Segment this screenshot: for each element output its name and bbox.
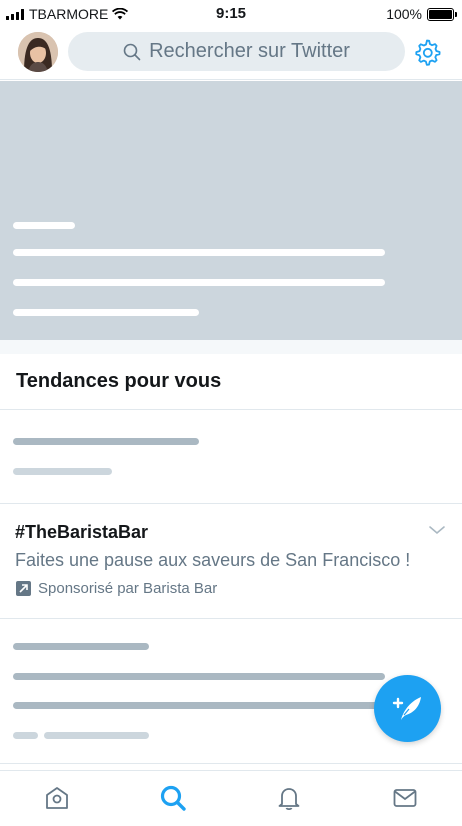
explore-header: Rechercher sur Twitter <box>0 28 462 80</box>
section-spacer <box>0 340 462 354</box>
placeholder-line <box>13 732 38 739</box>
promoted-trend[interactable]: #TheBaristaBar Faites une pause aux save… <box>0 504 462 618</box>
compose-tweet-button[interactable] <box>374 675 441 742</box>
trend-hashtag[interactable]: #TheBaristaBar <box>15 522 148 543</box>
tab-search[interactable] <box>158 783 188 813</box>
search-placeholder: Rechercher sur Twitter <box>149 40 350 62</box>
compose-tweet-icon <box>392 696 421 720</box>
placeholder-line <box>13 702 385 709</box>
bell-icon <box>278 788 300 811</box>
home-icon <box>46 787 68 809</box>
promoted-arrow-icon <box>16 581 31 596</box>
tab-bar <box>0 770 462 826</box>
tab-notifications[interactable] <box>274 783 304 813</box>
placeholder-line <box>13 673 385 680</box>
placeholder-line <box>13 222 75 229</box>
mail-icon <box>393 789 417 807</box>
divider <box>0 763 462 764</box>
tab-messages[interactable] <box>390 783 420 813</box>
placeholder-line <box>13 309 199 316</box>
gear-icon <box>415 39 441 66</box>
sponsor-label: Sponsorisé par Barista Bar <box>38 580 218 597</box>
search-input[interactable]: Rechercher sur Twitter <box>68 32 405 71</box>
sponsor-row: Sponsorisé par Barista Bar <box>16 580 217 597</box>
divider <box>0 409 462 410</box>
placeholder-line <box>13 438 199 445</box>
battery-percent: 100% <box>386 6 422 22</box>
trend-description: Faites une pause aux saveurs de San Fran… <box>15 550 411 570</box>
placeholder-line <box>13 468 112 475</box>
search-icon <box>123 43 141 60</box>
battery-icon <box>427 7 457 21</box>
status-bar: TBARMORE 9:15 100% <box>0 0 462 28</box>
user-avatar[interactable] <box>18 32 58 72</box>
tab-home[interactable] <box>42 783 72 813</box>
battery-group: 100% <box>386 6 457 22</box>
placeholder-line <box>13 643 149 650</box>
chevron-down-icon[interactable] <box>428 524 446 536</box>
placeholder-line <box>13 279 385 286</box>
avatar-photo <box>18 32 58 72</box>
settings-button[interactable] <box>413 38 441 66</box>
featured-story-placeholder[interactable] <box>0 81 462 340</box>
search-icon <box>160 785 186 811</box>
divider <box>0 618 462 619</box>
section-title: Tendances pour vous <box>16 370 222 392</box>
placeholder-line <box>44 732 149 739</box>
placeholder-line <box>13 249 385 256</box>
